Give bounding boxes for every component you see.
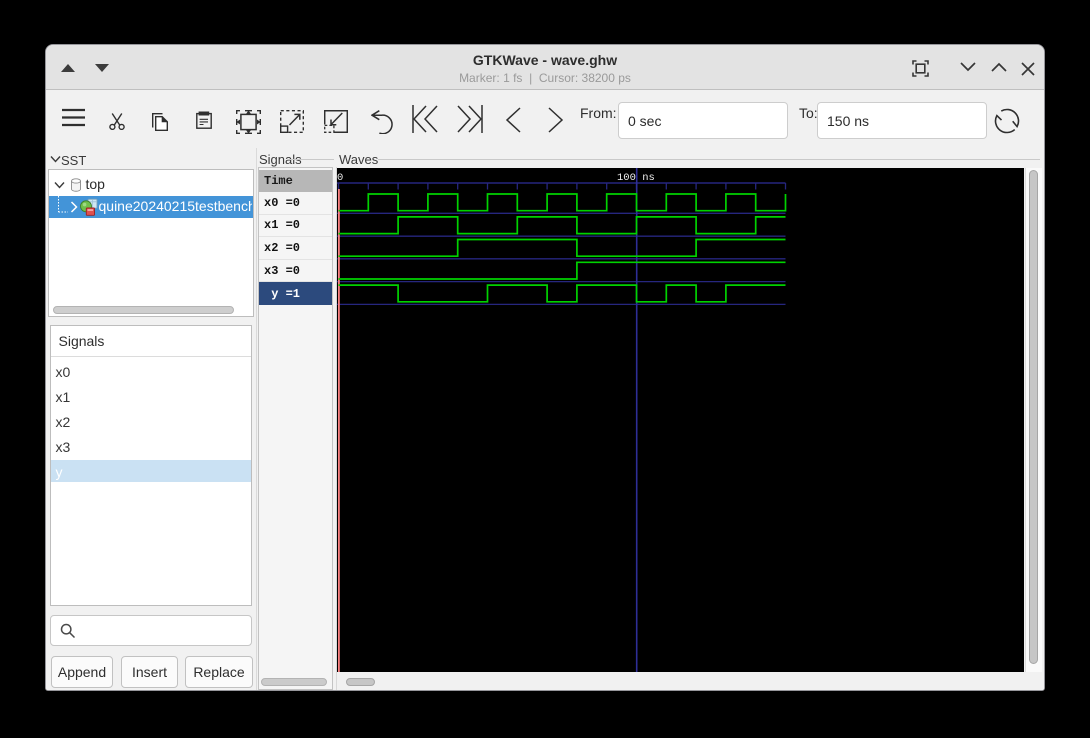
svg-text:0: 0 [337, 172, 343, 184]
